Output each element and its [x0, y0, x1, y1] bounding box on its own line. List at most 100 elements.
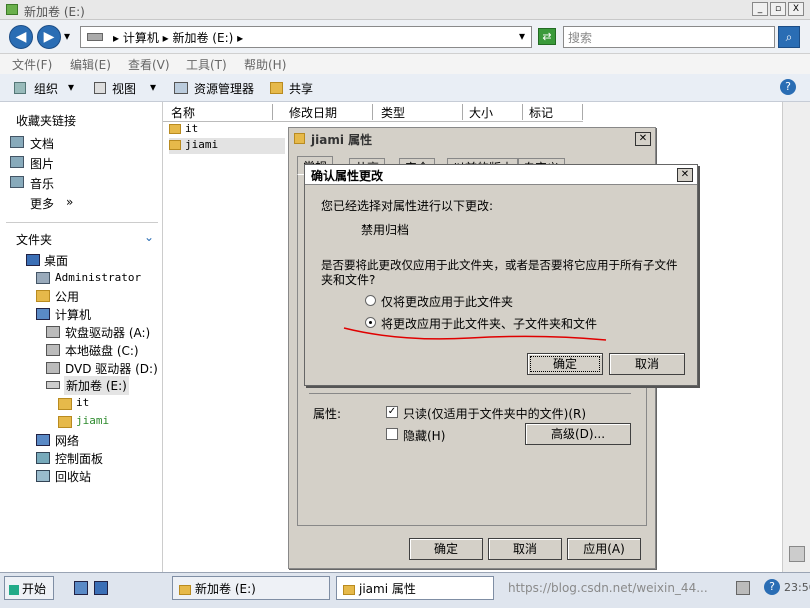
- windows-icon: [9, 584, 19, 595]
- music-icon: [10, 176, 24, 188]
- menu-view[interactable]: 查看(V): [128, 56, 170, 73]
- computer-icon: [36, 308, 50, 320]
- tree-local-disk[interactable]: 本地磁盘 (C:): [65, 342, 139, 359]
- list-item[interactable]: jiami: [169, 138, 285, 154]
- tree-public[interactable]: 公用: [55, 288, 79, 305]
- start-label: 开始: [22, 582, 47, 596]
- quicklaunch-icon[interactable]: [74, 581, 88, 595]
- search-input[interactable]: 搜索: [563, 26, 775, 48]
- network-icon: [36, 434, 50, 446]
- readonly-label[interactable]: 只读(仅适用于文件夹中的文件)(R): [403, 405, 586, 422]
- address-box[interactable]: ▸ 计算机 ▸ 新加卷 (E:) ▸ ▾: [80, 26, 532, 48]
- divider: [309, 393, 631, 394]
- help-icon[interactable]: ?: [780, 79, 796, 95]
- drive-icon: [46, 381, 60, 389]
- ok-button[interactable]: 确定: [409, 538, 483, 560]
- menu-tools[interactable]: 工具(T): [186, 56, 227, 73]
- tree-it[interactable]: it: [76, 396, 89, 409]
- menu-help[interactable]: 帮助(H): [244, 56, 286, 73]
- user-icon: [36, 272, 50, 284]
- confirm-ok-button[interactable]: 确定: [527, 353, 603, 375]
- hidden-checkbox[interactable]: [386, 428, 398, 440]
- task-explorer[interactable]: 新加卷 (E:): [172, 576, 330, 600]
- explorer-icon: [174, 82, 188, 94]
- tree-control-panel[interactable]: 控制面板: [55, 450, 103, 467]
- back-button[interactable]: ◀: [9, 25, 33, 49]
- explorer-button[interactable]: 资源管理器: [194, 80, 254, 97]
- favorites-more[interactable]: 更多: [30, 195, 54, 212]
- chevron-down-icon[interactable]: ▾: [68, 80, 74, 94]
- recycle-bin-icon: [36, 470, 50, 482]
- apply-folder-only-radio[interactable]: [365, 295, 376, 306]
- list-item[interactable]: it: [169, 122, 285, 138]
- address-dropdown[interactable]: ▾: [519, 29, 525, 43]
- close-icon[interactable]: ✕: [635, 132, 651, 146]
- forward-button[interactable]: ▶: [37, 25, 61, 49]
- share-icon: [270, 82, 283, 94]
- favorite-music[interactable]: 音乐: [30, 175, 54, 192]
- tree-desktop[interactable]: 桌面: [44, 252, 68, 269]
- start-button[interactable]: 开始: [4, 576, 54, 600]
- refresh-icon[interactable]: ⇄: [538, 28, 556, 45]
- favorite-pictures[interactable]: 图片: [30, 155, 54, 172]
- minimize-button[interactable]: _: [752, 2, 768, 16]
- confirm-question-1: 是否要将此更改仅应用于此文件夹，或者是否要将它应用于所有子文件: [321, 258, 678, 272]
- tree-network[interactable]: 网络: [55, 432, 79, 449]
- scroll-handle[interactable]: [789, 546, 805, 562]
- desktop-icon[interactable]: [94, 581, 108, 595]
- chevron-down-icon[interactable]: ⌄: [144, 230, 154, 244]
- confirm-attribute-dialog: 确认属性更改 ✕ 您已经选择对属性进行以下更改: 禁用归档 是否要将此更改仅应用…: [304, 164, 698, 386]
- folder-icon: [294, 133, 305, 144]
- tree-dvd[interactable]: DVD 驱动器 (D:): [65, 360, 158, 377]
- hidden-label[interactable]: 隐藏(H): [403, 427, 445, 444]
- task-properties[interactable]: jiami 属性: [336, 576, 494, 600]
- tree-recycle-bin[interactable]: 回收站: [55, 468, 91, 485]
- organize-icon: [14, 82, 26, 94]
- folders-header[interactable]: 文件夹: [16, 231, 52, 248]
- tray-icon[interactable]: [736, 581, 750, 595]
- menu-bar: 文件(F) 编辑(E) 查看(V) 工具(T) 帮助(H): [0, 54, 810, 74]
- address-path: ▸ 计算机 ▸ 新加卷 (E:) ▸: [113, 31, 244, 45]
- tree-volume-e[interactable]: 新加卷 (E:): [64, 376, 129, 395]
- chevron-down-icon[interactable]: ▾: [150, 80, 156, 94]
- menu-edit[interactable]: 编辑(E): [70, 56, 111, 73]
- properties-title: jiami 属性: [311, 133, 373, 147]
- search-icon[interactable]: ⌕: [778, 26, 800, 48]
- close-button[interactable]: X: [788, 2, 804, 16]
- column-tags[interactable]: 标记: [523, 104, 583, 120]
- annotation-underline: [343, 327, 607, 341]
- floppy-icon: [46, 326, 60, 338]
- column-name[interactable]: 名称: [165, 104, 273, 120]
- tree-floppy[interactable]: 软盘驱动器 (A:): [65, 324, 150, 341]
- command-toolbar: 组织 ▾ 视图 ▾ 资源管理器 共享 ?: [0, 74, 810, 102]
- folder-icon: [343, 584, 355, 595]
- advanced-button[interactable]: 高级(D)...: [525, 423, 631, 445]
- confirm-cancel-button[interactable]: 取消: [609, 353, 685, 375]
- share-button[interactable]: 共享: [289, 80, 313, 97]
- taskbar: 开始 新加卷 (E:) jiami 属性 https://blog.csdn.n…: [0, 572, 810, 608]
- folder-icon: [58, 398, 72, 410]
- apply-button[interactable]: 应用(A): [567, 538, 641, 560]
- favorite-documents[interactable]: 文档: [30, 135, 54, 152]
- favorites-header: 收藏夹链接: [16, 114, 77, 128]
- views-button[interactable]: 视图: [112, 80, 136, 97]
- organize-button[interactable]: 组织: [34, 80, 58, 97]
- folder-icon: [58, 416, 72, 428]
- close-icon[interactable]: ✕: [677, 168, 693, 182]
- history-dropdown[interactable]: ▾: [64, 29, 70, 43]
- tree-administrator[interactable]: Administrator: [55, 271, 141, 284]
- tree-jiami[interactable]: jiami: [76, 414, 109, 427]
- maximize-button[interactable]: ▫: [770, 2, 786, 16]
- disk-icon: [46, 344, 60, 356]
- apply-folder-only-label[interactable]: 仅将更改应用于此文件夹: [381, 293, 513, 310]
- column-modified[interactable]: 修改日期: [283, 104, 373, 120]
- folder-icon: [169, 124, 181, 134]
- menu-file[interactable]: 文件(F): [12, 56, 52, 73]
- readonly-checkbox[interactable]: ✓: [386, 406, 398, 418]
- column-type[interactable]: 类型: [375, 104, 463, 120]
- more-chevron-icon[interactable]: »: [66, 195, 73, 209]
- cancel-button[interactable]: 取消: [488, 538, 562, 560]
- column-size[interactable]: 大小: [463, 104, 523, 120]
- tree-computer[interactable]: 计算机: [55, 306, 91, 323]
- views-icon: [94, 82, 106, 94]
